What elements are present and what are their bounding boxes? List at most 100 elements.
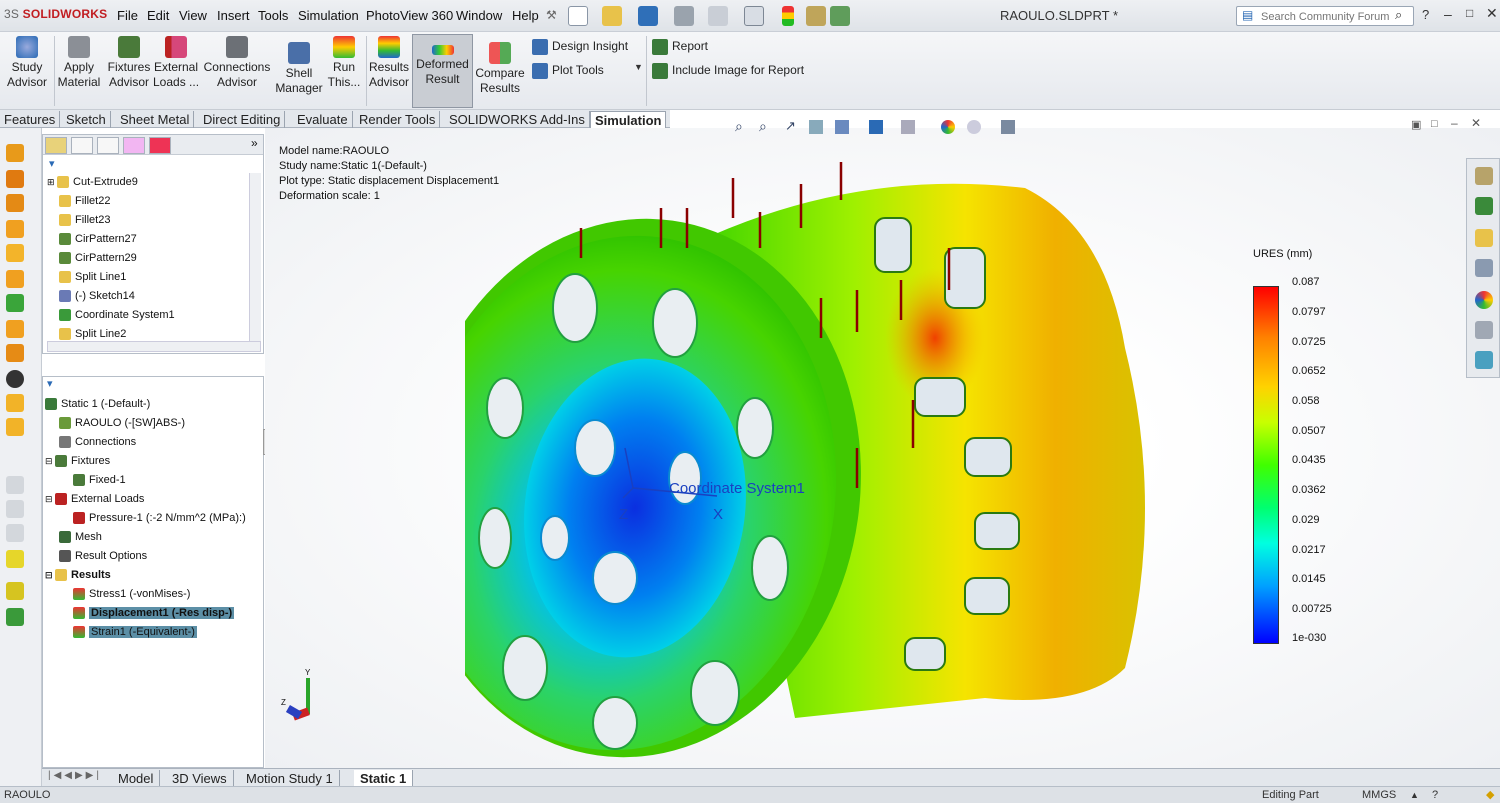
tree-item-result-options[interactable]: Result Options <box>45 547 263 566</box>
external-loads-button[interactable]: External Loads ... <box>153 34 199 108</box>
options-icon[interactable] <box>830 6 850 26</box>
save-icon[interactable] <box>638 6 658 26</box>
tree-item-mesh[interactable]: Mesh <box>45 528 263 547</box>
search-box[interactable]: ▤ ⌕ <box>1236 6 1414 26</box>
tree-item-stress[interactable]: Stress1 (-vonMises-) <box>45 585 263 604</box>
tree-item-fixtures[interactable]: ⊟ Fixtures <box>45 452 263 471</box>
units-dropdown-icon[interactable]: ▲ <box>1410 787 1419 804</box>
mesh-tool-icon[interactable] <box>6 294 24 312</box>
zoom-area-icon[interactable]: ⌕ <box>759 118 767 135</box>
section-view-icon[interactable] <box>809 120 823 134</box>
design-library-icon[interactable] <box>1475 197 1493 215</box>
tab-addins[interactable]: SOLIDWORKS Add-Ins <box>445 111 590 128</box>
apply-scene-icon[interactable] <box>967 120 981 134</box>
tree-item[interactable]: CirPattern29 <box>47 249 247 268</box>
status-help-icon[interactable]: ? <box>1432 787 1438 804</box>
design-insight-button[interactable]: Design Insight <box>532 36 628 56</box>
tab-direct-editing[interactable]: Direct Editing <box>199 111 286 128</box>
apply-material-button[interactable]: Apply Material <box>56 34 102 108</box>
shell-manager-button[interactable]: Shell Manager <box>274 34 324 108</box>
select-cursor-icon[interactable] <box>744 6 764 26</box>
viewport-restore-icon[interactable]: ▣ <box>1411 118 1421 131</box>
tree-item-connections[interactable]: Connections <box>45 433 263 452</box>
hide-show-icon[interactable] <box>901 120 915 134</box>
gravity-tool-icon[interactable] <box>6 394 24 412</box>
rebuild-icon[interactable] <box>782 6 794 26</box>
viewport-maximize-icon[interactable]: □ <box>1431 118 1438 130</box>
close-icon[interactable]: ✕ <box>1486 5 1498 22</box>
tab-sheet-metal[interactable]: Sheet Metal <box>116 111 195 128</box>
tab-scroll-arrows-icon[interactable]: |◀◀▶▶| <box>48 770 102 781</box>
sensor-tool-icon[interactable] <box>6 582 24 600</box>
previous-view-icon[interactable]: ↗ <box>785 118 796 134</box>
tree-item[interactable]: (-) Sketch14 <box>47 287 247 306</box>
tree-item-external-loads[interactable]: ⊟ External Loads <box>45 490 263 509</box>
file-properties-icon[interactable] <box>806 6 826 26</box>
resources-home-icon[interactable] <box>1475 167 1493 185</box>
pin-icon[interactable]: ⚒ <box>546 8 557 22</box>
tab-model[interactable]: Model <box>112 770 161 787</box>
help-icon[interactable]: ? <box>1422 7 1429 22</box>
print-icon[interactable] <box>674 6 694 26</box>
tree-item[interactable]: Split Line1 <box>47 268 247 287</box>
tree-item-fixed[interactable]: Fixed-1 <box>45 471 263 490</box>
report-button[interactable]: Report <box>652 36 708 56</box>
fixtures-advisor-button[interactable]: Fixtures Advisor <box>106 34 152 108</box>
legend-color-bar[interactable] <box>1253 286 1279 644</box>
tab-sketch[interactable]: Sketch <box>62 111 111 128</box>
property-manager-tab-icon[interactable] <box>71 137 93 154</box>
deformed-result-button[interactable]: Deformed Result <box>412 34 473 108</box>
bolt-tool-icon[interactable] <box>6 220 24 238</box>
filter-icon[interactable]: ▾ <box>47 377 53 390</box>
search-icon[interactable]: ⌕ <box>1395 7 1402 23</box>
results-advisor-button[interactable]: Results Advisor <box>366 34 412 108</box>
run-study-button[interactable]: Run This... <box>326 34 362 108</box>
tree-item-displacement[interactable]: Displacement1 (-Res disp-) <box>45 604 263 623</box>
solidworks-logo[interactable]: 3S SOLIDWORKS <box>4 7 116 25</box>
menu-window[interactable]: Window <box>456 8 502 23</box>
exclude-tool-icon[interactable] <box>6 370 24 388</box>
connections-advisor-button[interactable]: Connections Advisor <box>202 34 272 108</box>
include-image-button[interactable]: Include Image for Report <box>652 60 804 80</box>
new-document-icon[interactable] <box>568 6 588 26</box>
graphics-area[interactable]: ⌕ ⌕ ↗ ▣ □ – ✕ Model name:RAOULO Study na… <box>265 116 1500 770</box>
plot-tools-dropdown-icon[interactable]: ▼ <box>634 62 643 72</box>
feature-manager-tab-icon[interactable] <box>45 137 67 154</box>
menu-file[interactable]: File <box>117 8 138 23</box>
menu-edit[interactable]: Edit <box>147 8 169 23</box>
filter-icon[interactable]: ▾ <box>49 157 55 170</box>
dimxpert-tab-icon[interactable] <box>123 137 145 154</box>
tab-evaluate[interactable]: Evaluate <box>293 111 353 128</box>
file-explorer-icon[interactable] <box>1475 229 1493 247</box>
search-input[interactable] <box>1261 9 1391 24</box>
tree-item[interactable]: Fillet23 <box>47 211 247 230</box>
tree-scrollbar-vertical[interactable] <box>249 173 261 343</box>
tab-static-study[interactable]: Static 1 <box>354 770 414 787</box>
compare-results-button[interactable]: Compare Results <box>474 34 526 108</box>
units-selector[interactable]: MMGS <box>1362 787 1396 804</box>
probe-tool-icon[interactable] <box>6 550 24 568</box>
configuration-manager-tab-icon[interactable] <box>97 137 119 154</box>
appearances-icon[interactable] <box>1475 291 1493 309</box>
curve-tool-icon[interactable] <box>6 608 24 626</box>
tree-item-study[interactable]: Static 1 (-Default-) <box>45 395 263 414</box>
shell-tool-icon[interactable] <box>6 320 24 338</box>
tree-item[interactable]: Coordinate System1 <box>47 306 247 325</box>
tree-item[interactable]: CirPattern27 <box>47 230 247 249</box>
menu-view[interactable]: View <box>179 8 207 23</box>
tree-item-strain[interactable]: Strain1 (-Equivalent-) <box>45 623 263 642</box>
menu-tools[interactable]: Tools <box>258 8 288 23</box>
tab-simulation[interactable]: Simulation <box>590 111 667 128</box>
tree-item[interactable]: Fillet22 <box>47 192 247 211</box>
viewport-close-icon[interactable]: ✕ <box>1471 116 1481 130</box>
spring-tool-icon[interactable] <box>6 244 24 262</box>
plot-tools-button[interactable]: Plot Tools <box>532 60 604 80</box>
tree-item[interactable]: ⊞ Cut-Extrude9 <box>47 173 247 192</box>
centrifugal-tool-icon[interactable] <box>6 418 24 436</box>
contact-tool-icon[interactable] <box>6 270 24 288</box>
connector-tool-icon[interactable] <box>6 194 24 212</box>
tree-item-part[interactable]: RAOULO (-[SW]ABS-) <box>45 414 263 433</box>
menu-help[interactable]: Help <box>512 8 539 23</box>
custom-properties-icon[interactable] <box>1475 321 1493 339</box>
menu-photoview[interactable]: PhotoView 360 <box>366 8 453 23</box>
